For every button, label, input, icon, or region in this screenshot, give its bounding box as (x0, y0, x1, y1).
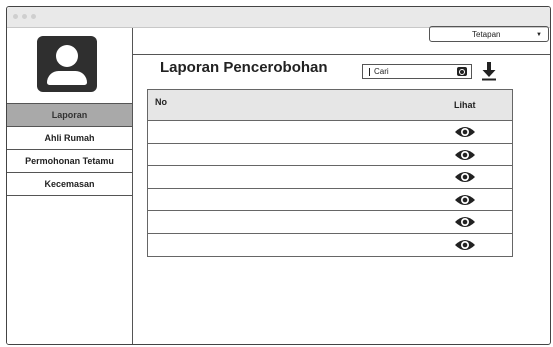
maximize-window-dot[interactable] (31, 14, 36, 19)
report-table: No Lihat (147, 89, 513, 257)
page-title: Laporan Pencerobohan (160, 59, 328, 76)
eye-icon[interactable] (454, 170, 476, 184)
minimize-window-dot[interactable] (22, 14, 27, 19)
search-icon[interactable] (457, 67, 467, 76)
eye-icon[interactable] (454, 193, 476, 207)
eye-icon[interactable] (454, 125, 476, 139)
avatar-body (47, 71, 87, 85)
avatar-head (56, 45, 78, 67)
sidebar-nav: Laporan Ahli Rumah Permohonan Tetamu Kec… (7, 103, 132, 196)
user-avatar-icon[interactable] (37, 36, 97, 92)
eye-icon[interactable] (454, 148, 476, 162)
chevron-down-icon: ▼ (536, 32, 542, 38)
title-bar (7, 7, 550, 28)
download-icon[interactable] (481, 61, 497, 81)
search-input[interactable]: Cari (362, 64, 472, 79)
table-header: No Lihat (148, 90, 512, 121)
column-header-no: No (155, 97, 167, 107)
header-divider (133, 54, 550, 55)
table-row[interactable] (148, 144, 512, 166)
eye-icon[interactable] (454, 215, 476, 229)
eye-icon[interactable] (454, 238, 476, 252)
text-cursor (369, 68, 370, 76)
column-header-lihat: Lihat (454, 100, 476, 110)
settings-dropdown[interactable]: Tetapan ▼ (429, 26, 549, 42)
close-window-dot[interactable] (13, 14, 18, 19)
settings-dropdown-value: Tetapan (472, 30, 501, 39)
table-row[interactable] (148, 189, 512, 211)
table-row[interactable] (148, 211, 512, 234)
sidebar-item-ahli-rumah[interactable]: Ahli Rumah (7, 127, 132, 150)
sidebar-item-laporan[interactable]: Laporan (7, 103, 132, 127)
table-row[interactable] (148, 166, 512, 189)
sidebar-item-kecemasan[interactable]: Kecemasan (7, 173, 132, 196)
sidebar: Laporan Ahli Rumah Permohonan Tetamu Kec… (7, 28, 133, 344)
search-placeholder: Cari (374, 67, 389, 76)
sidebar-item-permohonan-tetamu[interactable]: Permohonan Tetamu (7, 150, 132, 173)
table-row[interactable] (148, 234, 512, 257)
table-row[interactable] (148, 121, 512, 144)
